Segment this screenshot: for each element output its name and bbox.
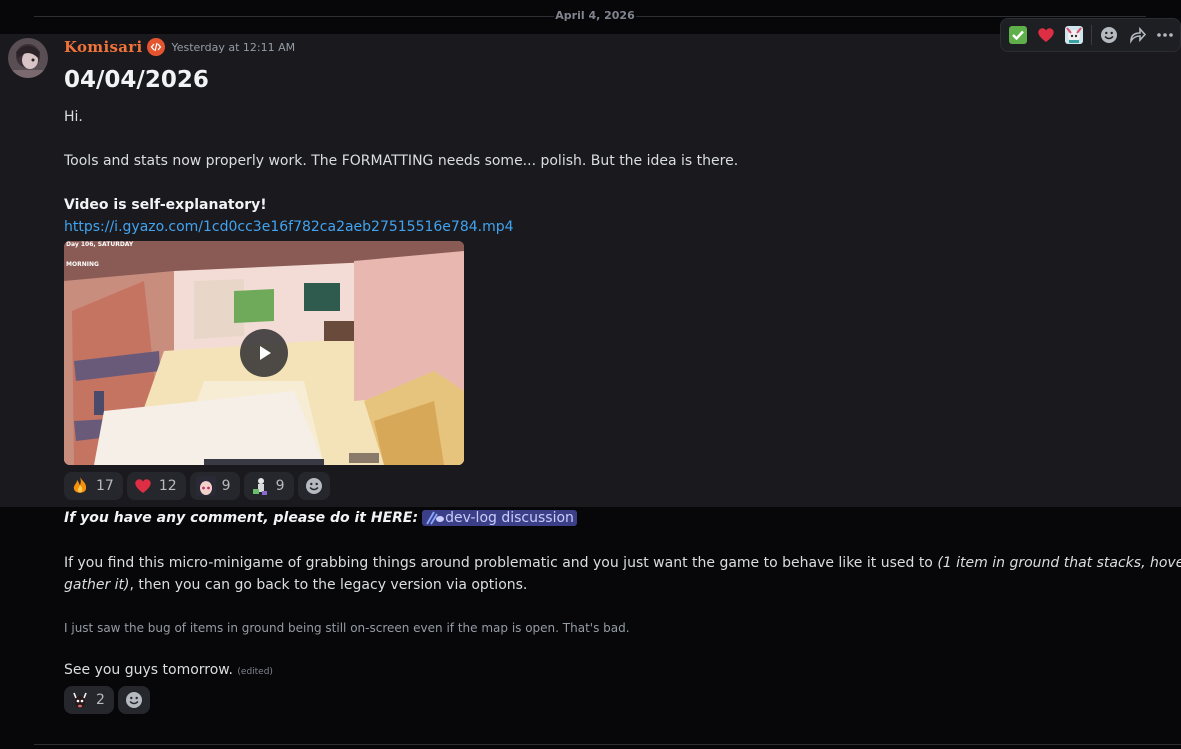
ellipsis-icon	[1157, 33, 1173, 37]
paragraph-legacy-line1: If you find this micro-minigame of grabb…	[64, 555, 1181, 571]
quick-react-custom-emoji-button[interactable]	[1063, 24, 1085, 46]
username[interactable]: Komisari	[64, 38, 142, 56]
fire-icon	[70, 476, 90, 496]
message-hover-toolbar	[1000, 18, 1181, 52]
paragraph-legacy-text: If you find this micro-minigame of grabb…	[64, 555, 938, 571]
reaction-anime-girl[interactable]: 9	[189, 472, 240, 500]
deer-icon	[70, 690, 90, 710]
signoff-line: See you guys tomorrow. (edited)	[64, 662, 273, 678]
reaction-figure[interactable]: 9	[243, 472, 294, 500]
anime-girl-icon	[195, 476, 216, 496]
greeting-text: Hi.	[64, 109, 83, 125]
reaction-fire[interactable]: 17	[64, 472, 123, 500]
avatar-image	[8, 38, 48, 78]
toolbar-separator	[1091, 25, 1092, 45]
reaction-deer[interactable]: 2	[64, 686, 114, 714]
add-reaction-button[interactable]	[1098, 24, 1120, 46]
add-reaction-button[interactable]	[297, 472, 330, 500]
heart-icon	[1038, 28, 1054, 42]
video-embed[interactable]: Day 106, SATURDAY MORNING	[64, 241, 464, 465]
figure-icon	[250, 476, 270, 496]
add-reaction-button[interactable]	[117, 686, 150, 714]
quick-react-check-button[interactable]	[1007, 24, 1029, 46]
comment-prompt: If you have any comment, please do it HE…	[64, 510, 419, 526]
reaction-heart[interactable]: 12	[126, 472, 186, 500]
divider-line-left	[34, 16, 554, 17]
channel-mention-label: dev-log discussion	[445, 510, 574, 526]
smiley-add-icon	[1101, 27, 1117, 43]
developer-badge[interactable]	[147, 38, 166, 56]
paragraph-legacy-italic: (1 item in ground that stacks, hover to	[937, 555, 1181, 571]
thread-icon	[426, 511, 445, 525]
reaction-count: 9	[221, 478, 231, 494]
reaction-count: 17	[96, 478, 114, 494]
reaction-count: 12	[158, 478, 177, 494]
check-mark-icon	[1009, 26, 1027, 44]
video-hud-day: Day 106, SATURDAY	[66, 241, 134, 248]
heart-icon	[133, 476, 153, 496]
paragraph-legacy-italic-2: gather it)	[64, 577, 130, 593]
bottom-divider	[34, 744, 1181, 745]
forward-arrow-icon	[1130, 26, 1147, 44]
bottom-reactions-row: 2	[64, 686, 150, 714]
message-timestamp[interactable]: Yesterday at 12:11 AM	[171, 41, 295, 54]
date-label: April 4, 2026	[555, 9, 635, 22]
message-header: Komisari Yesterday at 12:11 AM	[64, 37, 295, 57]
paragraph-legacy-text-2: , then you can go back to the legacy ver…	[129, 577, 528, 593]
play-button[interactable]	[240, 329, 288, 377]
bug-note: I just saw the bug of items in ground be…	[64, 621, 630, 635]
message-title: 04/04/2026	[64, 67, 209, 93]
signoff-text: See you guys tomorrow.	[64, 662, 233, 678]
code-brackets-icon	[151, 42, 162, 52]
video-link[interactable]: https://i.gyazo.com/1cd0cc3e16f782ca2aeb…	[64, 219, 514, 235]
paragraph-legacy-line2: gather it), then you can go back to the …	[64, 577, 527, 593]
channel-mention[interactable]: dev-log discussion	[422, 510, 577, 526]
edited-tag[interactable]: (edited)	[237, 667, 273, 677]
smiley-add-icon	[305, 478, 322, 494]
avatar[interactable]	[8, 38, 48, 78]
video-reactions-row: 17 12 9 9	[64, 472, 330, 500]
paragraph-tools-stats: Tools and stats now properly work. The F…	[64, 153, 739, 169]
divider-line-right	[636, 16, 1146, 17]
quick-react-heart-button[interactable]	[1035, 24, 1057, 46]
comment-prompt-line: If you have any comment, please do it HE…	[64, 510, 577, 526]
play-icon	[260, 346, 271, 360]
video-hud-time: MORNING	[66, 261, 99, 268]
smiley-add-icon	[125, 692, 142, 708]
reaction-count: 9	[275, 478, 285, 494]
reaction-count: 2	[96, 692, 105, 708]
more-options-button[interactable]	[1154, 24, 1176, 46]
video-heading: Video is self-explanatory!	[64, 197, 267, 213]
forward-button[interactable]	[1126, 24, 1148, 46]
custom-emoji-icon	[1065, 26, 1083, 44]
